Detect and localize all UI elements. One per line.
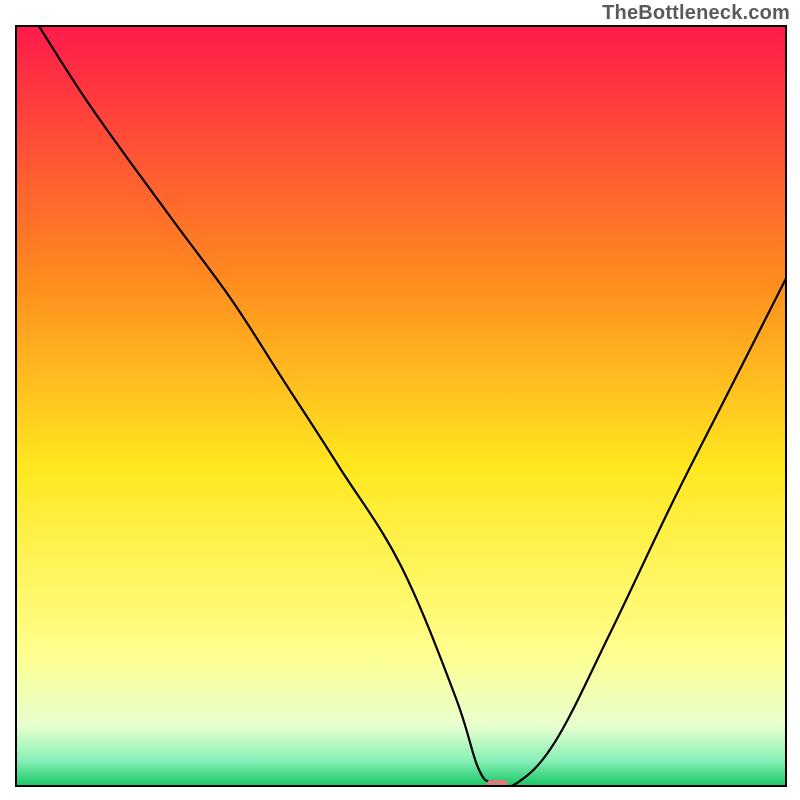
chart-svg — [15, 25, 787, 787]
chart-background — [15, 25, 787, 787]
chart-stage: TheBottleneck.com — [0, 0, 800, 800]
brand-watermark: TheBottleneck.com — [602, 2, 790, 25]
chart-plot — [15, 25, 787, 787]
